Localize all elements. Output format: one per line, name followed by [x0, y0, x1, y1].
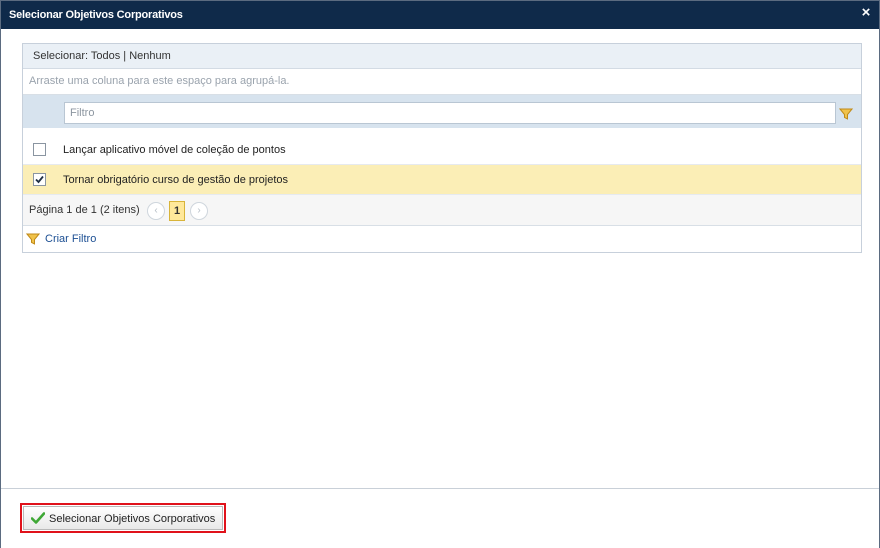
select-objectives-button[interactable]: Selecionar Objetivos Corporativos — [23, 506, 223, 530]
select-objectives-dialog: Selecionar Objetivos Corporativos × Sele… — [0, 0, 880, 548]
select-objectives-label: Selecionar Objetivos Corporativos — [49, 513, 216, 525]
checkmark-icon — [30, 512, 46, 524]
objectives-grid: Selecionar: Todos | Nenhum Arraste uma c… — [22, 43, 862, 253]
pager: Página 1 de 1 (2 itens) ‹ 1 › — [23, 195, 861, 226]
select-none-link[interactable]: Nenhum — [129, 50, 171, 62]
filter-row — [23, 95, 861, 128]
page-button-1[interactable]: 1 — [169, 201, 185, 221]
dialog-title: Selecionar Objetivos Corporativos — [9, 9, 183, 21]
row-label: Lançar aplicativo móvel de coleção de po… — [63, 144, 286, 156]
table-row[interactable]: Lançar aplicativo móvel de coleção de po… — [23, 135, 861, 165]
create-filter-bar: Criar Filtro — [23, 226, 861, 252]
table-row-selected[interactable]: Tornar obrigatório curso de gestão de pr… — [23, 165, 861, 195]
row-label: Tornar obrigatório curso de gestão de pr… — [63, 174, 289, 186]
select-all-none-bar: Selecionar: Todos | Nenhum — [23, 44, 861, 69]
filter-input[interactable] — [64, 102, 836, 124]
dialog-footer: Selecionar Objetivos Corporativos — [1, 488, 879, 548]
checkbox-icon[interactable] — [33, 143, 46, 156]
filter-icon — [25, 232, 41, 246]
checkbox-checked-icon[interactable] — [33, 173, 46, 186]
chevron-right-icon[interactable]: › — [190, 202, 208, 220]
group-hint: Arraste uma coluna para este espaço para… — [29, 75, 290, 87]
select-separator: | — [120, 50, 130, 62]
filter-icon[interactable] — [838, 107, 854, 121]
select-links: Selecionar: Todos | Nenhum — [33, 50, 171, 62]
close-icon[interactable]: × — [859, 5, 873, 20]
group-panel[interactable]: Arraste uma coluna para este espaço para… — [23, 69, 861, 95]
chevron-left-icon[interactable]: ‹ — [147, 202, 165, 220]
pager-info: Página 1 de 1 (2 itens) — [29, 204, 140, 216]
create-filter-link[interactable]: Criar Filtro — [45, 233, 96, 245]
select-prefix: Selecionar: — [33, 50, 91, 62]
dialog-titlebar: Selecionar Objetivos Corporativos × — [1, 1, 879, 29]
confirm-highlight: Selecionar Objetivos Corporativos — [20, 503, 226, 533]
select-all-link[interactable]: Todos — [91, 50, 120, 62]
